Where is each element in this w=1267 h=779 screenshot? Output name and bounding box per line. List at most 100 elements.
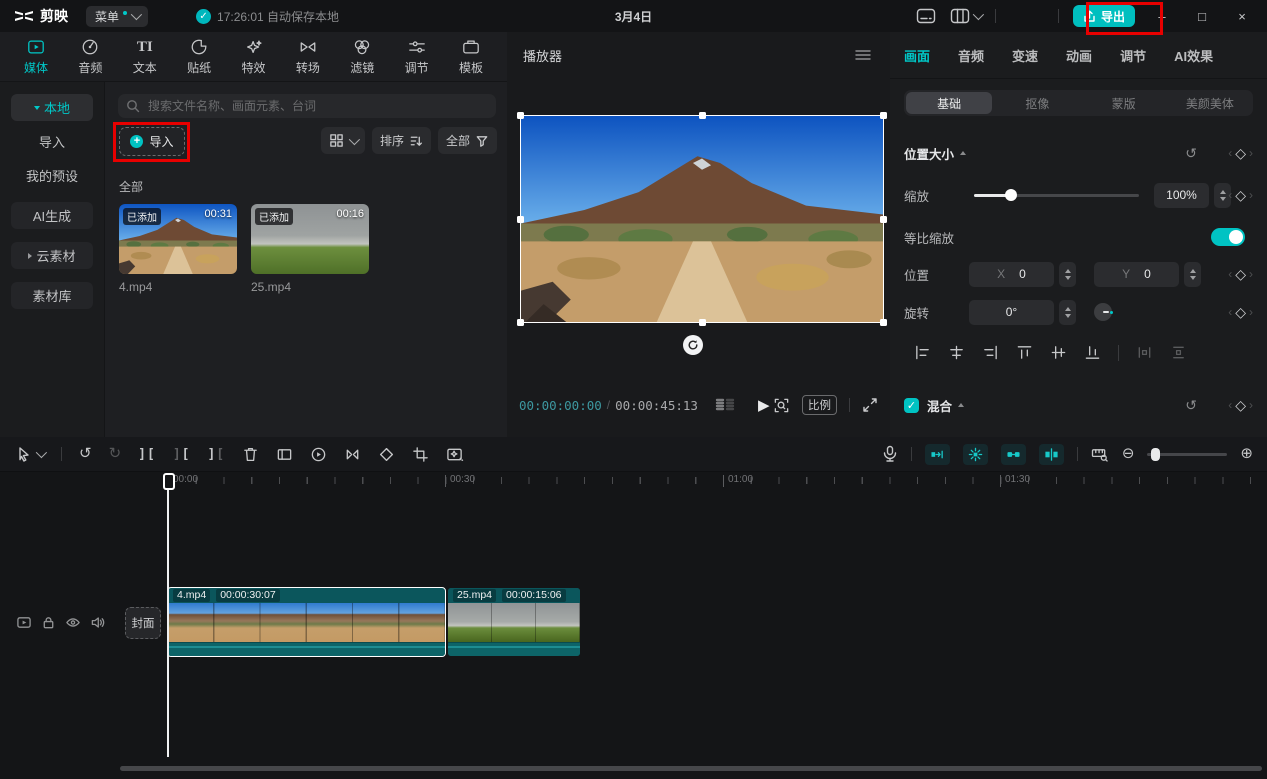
sidebar-item-ai-generate[interactable]: AI生成 [11,202,93,229]
keyframe-control[interactable]: ‹ ◇ › [1228,266,1253,283]
tab-animation[interactable]: 动画 [1066,46,1092,65]
collapse-icon[interactable] [960,151,966,155]
align-top-icon[interactable] [1016,344,1033,361]
align-center-vertical-icon[interactable] [1050,344,1067,361]
align-left-icon[interactable] [914,344,931,361]
redo-button[interactable]: ↻ [109,446,122,462]
reset-icon[interactable]: ↺ [1185,397,1197,414]
media-thumbnail-landscape[interactable]: 已添加 00:31 [119,204,237,274]
tab-picture[interactable]: 画面 [904,46,930,65]
distribute-horizontal-icon[interactable] [1136,344,1153,361]
import-button[interactable]: + 导入 [119,127,185,156]
keyframe-prev-icon[interactable]: ‹ [1228,267,1232,281]
preview-quality-icon[interactable] [773,397,790,414]
fullscreen-icon[interactable] [862,397,878,413]
preview-axis-toggle[interactable] [963,444,988,465]
search-input[interactable] [146,98,488,114]
delete-button[interactable] [242,446,259,463]
keyframe-next-icon[interactable]: › [1249,398,1253,412]
distribute-vertical-icon[interactable] [1170,344,1187,361]
lock-icon[interactable] [41,615,56,630]
zoom-out-button[interactable]: ⊖ [1122,446,1135,462]
selection-handle[interactable] [880,319,887,326]
collapse-icon[interactable] [958,403,964,407]
preview-video[interactable] [520,115,884,323]
keyframe-next-icon[interactable]: › [1249,146,1253,160]
selection-handle[interactable] [517,319,524,326]
timeline-horizontal-scrollbar[interactable] [120,766,1262,771]
tab-speed[interactable]: 变速 [1012,46,1038,65]
rotate-button[interactable] [378,446,395,463]
split-button[interactable]: ][ [138,447,156,462]
align-center-horizontal-icon[interactable] [948,344,965,361]
undo-button[interactable]: ↺ [79,446,92,462]
keyframe-icon[interactable]: ◇ [1235,397,1246,414]
tab-filters[interactable]: 滤镜 [340,32,384,81]
tab-sticker[interactable]: 贴纸 [177,32,221,81]
scale-value[interactable]: 100% [1154,183,1209,208]
rotate-dial[interactable] [1094,303,1112,321]
selection-handle[interactable] [517,112,524,119]
video-track-icon[interactable] [16,615,32,630]
subtab-beauty[interactable]: 美颜美体 [1167,90,1253,116]
freeze-frame-button[interactable] [276,446,293,463]
timeline-scale-settings-button[interactable] [1091,447,1109,462]
keyframe-control[interactable]: ‹ ◇ › [1228,304,1253,321]
play-button[interactable]: ▶ [758,396,770,414]
captions-panel-icon[interactable] [916,8,936,24]
eye-icon[interactable] [65,615,81,630]
position-x-input[interactable]: X 0 [969,262,1054,287]
keyframe-next-icon[interactable]: › [1249,188,1253,202]
tab-media[interactable]: 媒体 [14,32,58,81]
media-card[interactable]: 已添加 00:16 25.mp4 [251,204,369,294]
align-bottom-icon[interactable] [1084,344,1101,361]
link-toggle[interactable] [1001,444,1026,465]
minimize-button[interactable]: – [1149,9,1175,24]
keyframe-control[interactable]: ‹ ◇ › [1228,145,1253,162]
scale-slider[interactable] [974,194,1139,197]
export-button[interactable]: 导出 [1073,5,1135,27]
timeline-clip-1[interactable]: 4.mp4 00:00:30:07 [168,588,445,656]
selection-handle[interactable] [880,112,887,119]
search-box[interactable] [118,94,496,118]
frame-preview-icon[interactable] [714,398,736,412]
tab-adjust-props[interactable]: 调节 [1120,46,1146,65]
subtab-cutout[interactable]: 抠像 [994,90,1080,116]
snap-toggle[interactable] [925,444,950,465]
record-voiceover-button[interactable] [882,445,898,463]
selection-handle[interactable] [880,216,887,223]
cover-button[interactable]: 封面 [125,607,161,639]
sidebar-item-library[interactable]: 素材库 [11,282,93,309]
tab-audio-props[interactable]: 音频 [958,46,984,65]
keyframe-prev-icon[interactable]: ‹ [1228,305,1232,319]
keyframe-next-icon[interactable]: › [1249,305,1253,319]
keyframe-next-icon[interactable]: › [1249,267,1253,281]
position-y-stepper[interactable] [1184,262,1201,287]
slider-thumb[interactable] [1005,189,1017,201]
sort-button[interactable]: 排序 [372,127,431,154]
keyframe-icon[interactable]: ◇ [1235,304,1246,321]
playhead-handle[interactable] [163,473,175,490]
trim-right-button[interactable]: ][ [207,447,225,462]
timeline-clip-2[interactable]: 25.mp4 00:00:15:06 [448,588,580,656]
keyframe-icon[interactable]: ◇ [1235,145,1246,162]
mirror-button[interactable] [344,446,361,463]
sidebar-item-local[interactable]: 本地 [11,94,93,121]
position-y-input[interactable]: Y 0 [1094,262,1179,287]
tab-transitions[interactable]: 转场 [286,32,330,81]
subtab-basic[interactable]: 基础 [906,92,992,114]
trim-left-button[interactable]: ][ [173,447,191,462]
tab-templates[interactable]: 模板 [449,32,493,81]
media-thumbnail-grass[interactable]: 已添加 00:16 [251,204,369,274]
rotate-handle[interactable] [683,335,703,355]
zoom-slider-thumb[interactable] [1151,448,1160,461]
sidebar-item-import[interactable]: 导入 [11,128,93,155]
keyframe-control[interactable]: ‹ ◇ › [1228,187,1253,204]
tab-adjust[interactable]: 调节 [395,32,439,81]
tab-effects[interactable]: 特效 [232,32,276,81]
selection-handle[interactable] [699,319,706,326]
keyframe-prev-icon[interactable]: ‹ [1228,188,1232,202]
tab-ai-effects[interactable]: AI效果 [1174,46,1213,65]
rotate-stepper[interactable] [1059,300,1076,325]
keyframe-prev-icon[interactable]: ‹ [1228,146,1232,160]
